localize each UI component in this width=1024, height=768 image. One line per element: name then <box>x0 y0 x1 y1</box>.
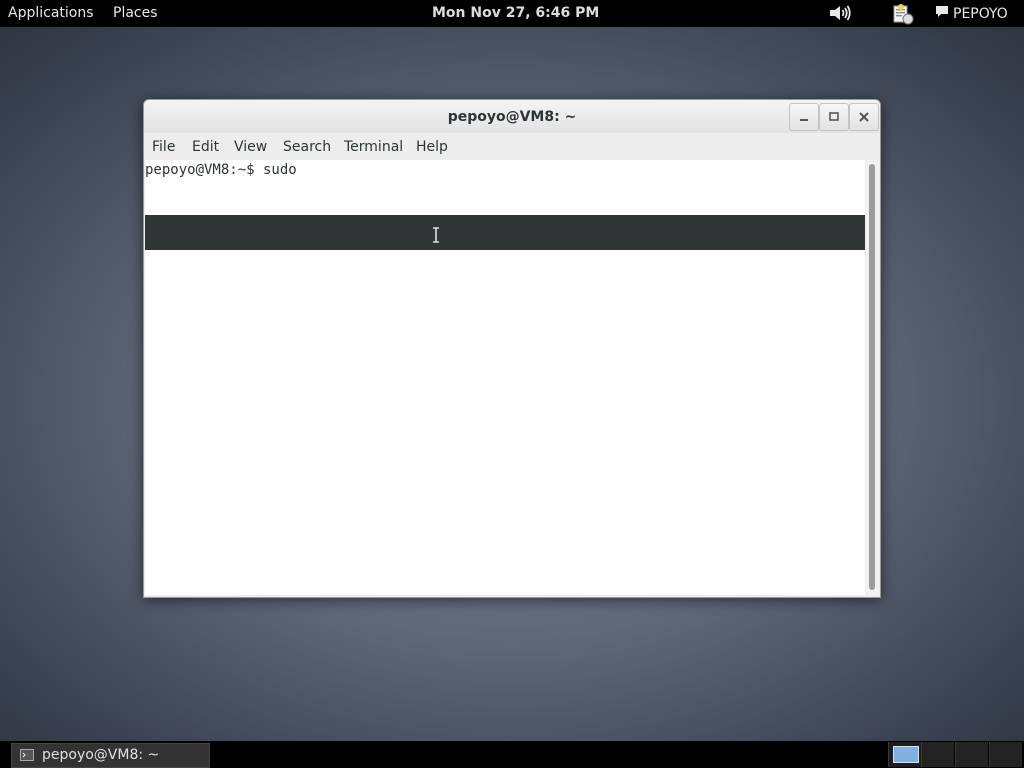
maximize-button[interactable] <box>819 103 849 131</box>
applications-menu[interactable]: Applications <box>8 5 94 21</box>
terminal-area[interactable]: pepoyo@VM8:~$ sudo <box>145 160 865 595</box>
chat-icon <box>935 5 949 23</box>
highlight-bar <box>145 215 865 250</box>
user-menu[interactable]: PEPOYO <box>935 5 1008 23</box>
workspace-window-preview <box>893 746 919 763</box>
maximize-icon <box>829 112 839 121</box>
menu-file[interactable]: File <box>152 139 175 155</box>
top-panel: Applications Places Mon Nov 27, 6:46 PM … <box>0 0 1024 27</box>
scrollbar[interactable] <box>866 160 879 595</box>
terminal-window: pepoyo@VM8: ~ File Edit View Search Term… <box>143 99 881 598</box>
workspace-2[interactable] <box>921 742 954 767</box>
bottom-panel: pepoyo@VM8: ~ <box>0 741 1024 768</box>
prompt-line: pepoyo@VM8:~$ sudo <box>145 162 297 178</box>
notification-icon[interactable] <box>892 3 914 29</box>
clock[interactable]: Mon Nov 27, 6:46 PM <box>432 5 599 21</box>
text-cursor-icon <box>433 227 439 243</box>
menu-edit[interactable]: Edit <box>192 139 219 155</box>
user-name: PEPOYO <box>953 6 1008 22</box>
menu-search[interactable]: Search <box>283 139 331 155</box>
menu-view[interactable]: View <box>234 139 267 155</box>
workspace-1[interactable] <box>888 742 921 767</box>
workspace-4[interactable] <box>989 742 1022 767</box>
menu-terminal[interactable]: Terminal <box>344 139 403 155</box>
taskbar-window-button[interactable]: pepoyo@VM8: ~ <box>11 743 210 768</box>
taskbar-window-label: pepoyo@VM8: ~ <box>42 747 160 763</box>
minimize-icon <box>800 119 808 121</box>
scrollbar-thumb[interactable] <box>869 164 875 590</box>
workspace-3[interactable] <box>955 742 988 767</box>
menu-help[interactable]: Help <box>416 139 448 155</box>
window-titlebar[interactable]: pepoyo@VM8: ~ <box>144 100 880 133</box>
close-icon <box>859 112 869 122</box>
close-button[interactable] <box>849 103 879 131</box>
terminal-icon <box>20 749 34 761</box>
menu-bar: File Edit View Search Terminal Help <box>144 134 880 160</box>
volume-icon[interactable] <box>828 3 852 27</box>
minimize-button[interactable] <box>789 103 819 131</box>
window-title: pepoyo@VM8: ~ <box>447 109 577 125</box>
places-menu[interactable]: Places <box>113 5 158 21</box>
